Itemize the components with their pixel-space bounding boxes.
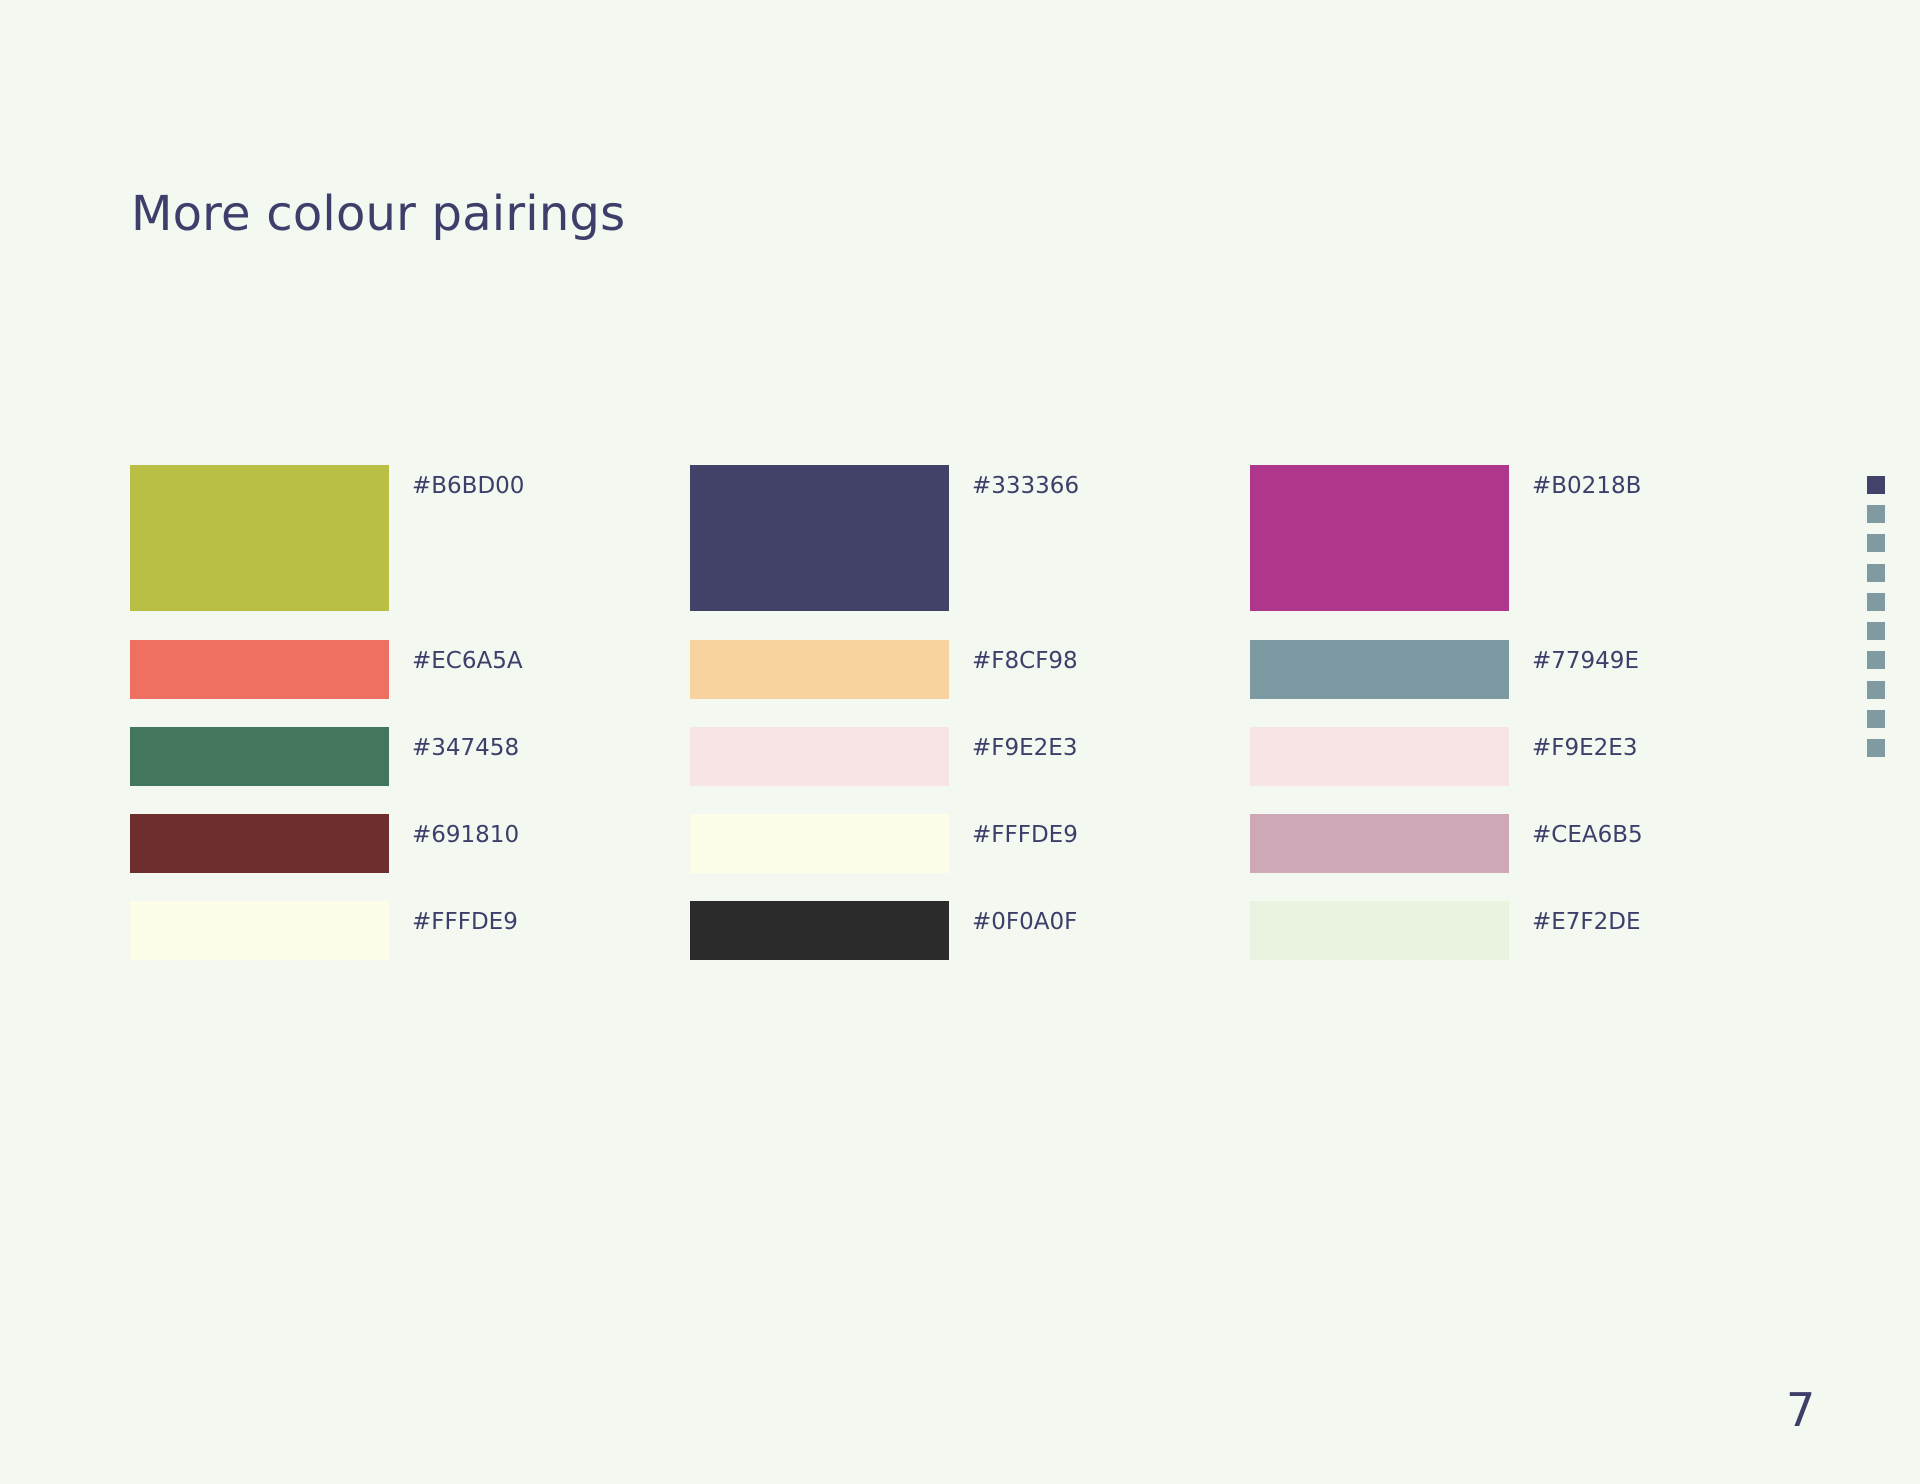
hex-code: #0F0A0F (972, 909, 1078, 935)
colour-swatch (1250, 901, 1509, 960)
page-nav-square[interactable] (1867, 739, 1885, 757)
page-nav-square[interactable] (1867, 534, 1885, 552)
colour-swatch (130, 901, 389, 960)
hex-code: #333366 (972, 473, 1080, 499)
hex-code: #FFFDE9 (412, 909, 518, 935)
colour-swatch (130, 465, 389, 611)
page-nav-square[interactable] (1867, 593, 1885, 611)
hex-code: #77949E (1532, 648, 1639, 674)
page-nav-square[interactable] (1867, 681, 1885, 699)
colour-swatch (1250, 465, 1509, 611)
colour-swatch (130, 640, 389, 699)
hex-code: #CEA6B5 (1532, 822, 1643, 848)
hex-code: #F9E2E3 (1532, 735, 1638, 761)
colour-swatch (130, 727, 389, 786)
hex-code: #B6BD00 (412, 473, 525, 499)
colour-swatch (1250, 640, 1509, 699)
hex-code: #347458 (412, 735, 520, 761)
colour-swatch (690, 901, 949, 960)
colour-swatch (130, 814, 389, 873)
page-title: More colour pairings (131, 186, 626, 242)
hex-code: #FFFDE9 (972, 822, 1078, 848)
hex-code: #F9E2E3 (972, 735, 1078, 761)
colour-swatch (690, 640, 949, 699)
colour-swatch (1250, 814, 1509, 873)
page-number: 7 (1786, 1383, 1816, 1437)
page-nav-square[interactable] (1867, 476, 1885, 494)
hex-code: #B0218B (1532, 473, 1642, 499)
hex-code: #F8CF98 (972, 648, 1078, 674)
page-nav-square[interactable] (1867, 622, 1885, 640)
page-nav-square[interactable] (1867, 651, 1885, 669)
hex-code: #E7F2DE (1532, 909, 1641, 935)
colour-swatch (690, 814, 949, 873)
colour-swatch (1250, 727, 1509, 786)
hex-code: #EC6A5A (412, 648, 523, 674)
page-nav-square[interactable] (1867, 564, 1885, 582)
page-nav-square[interactable] (1867, 505, 1885, 523)
colour-swatch (690, 465, 949, 611)
colour-swatch (690, 727, 949, 786)
hex-code: #691810 (412, 822, 520, 848)
page-nav-square[interactable] (1867, 710, 1885, 728)
